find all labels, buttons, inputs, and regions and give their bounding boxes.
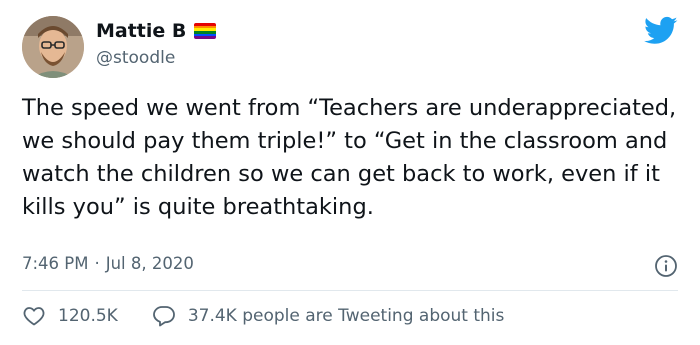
divider xyxy=(22,290,678,291)
tweeting-count-text: 37.4K people are Tweeting about this xyxy=(187,306,505,326)
tweet-meta: 7:46 PM · Jul 8, 2020 xyxy=(22,254,194,273)
tweet-text: The speed we went from “Teachers are und… xyxy=(22,95,677,220)
heart-icon xyxy=(23,307,45,326)
twitter-bird-icon[interactable] xyxy=(644,16,678,46)
tweet-card: Mattie B @stoodle The speed we went from… xyxy=(0,0,700,345)
avatar[interactable] xyxy=(22,16,84,78)
like-button[interactable]: 120.5K xyxy=(22,304,118,328)
info-icon[interactable] xyxy=(654,254,678,278)
like-count: 120.5K xyxy=(58,306,118,326)
flag-stripe xyxy=(194,36,217,39)
display-name[interactable]: Mattie B xyxy=(96,20,186,42)
user-handle[interactable]: @stoodle xyxy=(96,48,175,68)
meta-separator: · xyxy=(94,254,100,273)
tweet-actions: 120.5K 37.4K people are Tweeting about t… xyxy=(22,304,504,328)
reply-bubble-icon xyxy=(152,306,175,327)
name-row: Mattie B xyxy=(96,20,217,42)
rainbow-flag-icon xyxy=(194,23,217,39)
avatar-photo xyxy=(22,16,84,78)
tweet-time[interactable]: 7:46 PM xyxy=(22,254,88,273)
tweeting-about-link[interactable]: 37.4K people are Tweeting about this xyxy=(152,304,505,328)
tweet-date[interactable]: Jul 8, 2020 xyxy=(106,254,194,273)
